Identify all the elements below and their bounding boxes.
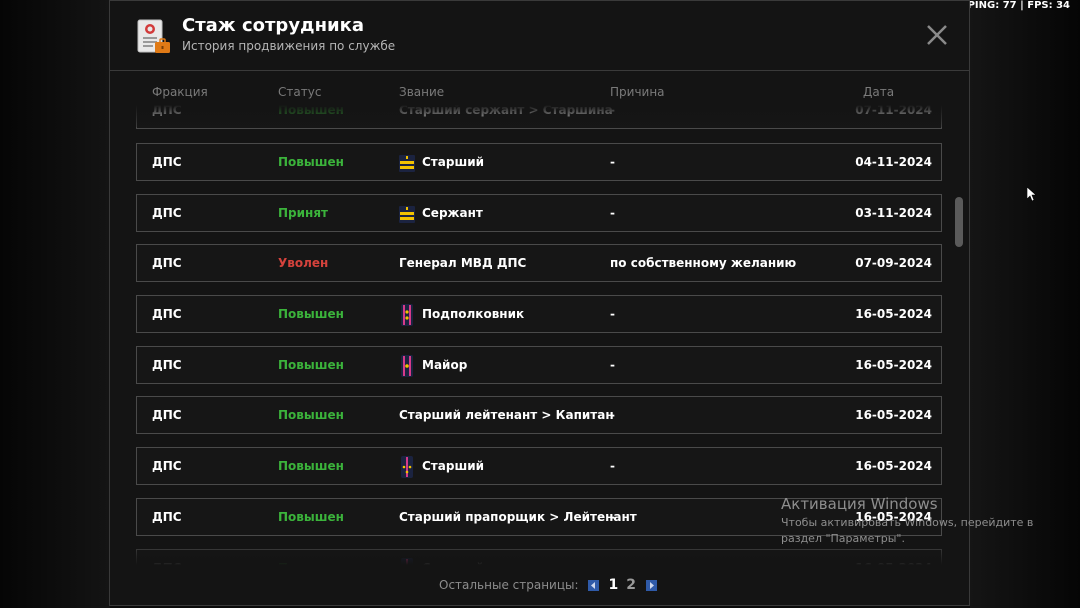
row-rank-label: Старший [422, 155, 485, 169]
table-row[interactable]: ДПС Повышен Старший - 04-11-2024 [136, 143, 942, 181]
table-row[interactable]: ДПС Принят Сержант - 03-11-2024 [136, 194, 942, 232]
row-date: 16-05-2024 [855, 358, 932, 372]
table-row[interactable]: ДПС Повышен Старший - 16-05-2024 [136, 447, 942, 485]
table-row[interactable]: ДПС Повышен Старший - 16-05-2024 [136, 549, 942, 565]
row-status: Принят [278, 206, 328, 220]
senior-lt-shoulder-icon [399, 455, 415, 478]
column-header-rank: Звание [399, 85, 445, 99]
row-rank-label: Подполковник [422, 307, 525, 321]
table-row[interactable]: ДПС Повышен Подполковник - 16-05-2024 [136, 295, 942, 333]
row-reason: - [610, 105, 615, 117]
row-rank-label: Майор [422, 358, 468, 372]
row-rank: Старший лейтенант > Капитан [399, 397, 614, 434]
pagination-label: Остальные страницы: [439, 578, 579, 592]
row-reason: - [610, 307, 615, 321]
watermark-text: Чтобы активировать Windows, перейдите в … [781, 516, 1034, 545]
table-row[interactable]: ДПС Уволен Генерал МВД ДПС по собственному … [136, 244, 942, 282]
scrollbar-thumb[interactable] [955, 197, 963, 247]
row-faction: ДПС [152, 256, 182, 270]
prev-page-icon[interactable] [587, 579, 599, 591]
row-status: Повышен [278, 307, 344, 321]
document-briefcase-icon [137, 19, 170, 53]
row-faction: ДПС [152, 307, 182, 321]
row-faction: ДПС [152, 459, 182, 473]
row-rank: Старший [399, 448, 484, 485]
row-rank: Старший [399, 550, 484, 565]
row-rank-label: Старший [422, 550, 484, 565]
table-row[interactable]: ДПС Повышен Майор - 16-05-2024 [136, 346, 942, 384]
row-rank-label: Старший сержант > Старшина [399, 105, 613, 117]
lt-colonel-shoulder-icon [399, 303, 415, 326]
column-headers: Фракция Статус Звание Причина Дата [137, 85, 937, 101]
row-faction: ДПС [152, 550, 182, 565]
row-status: Повышен [278, 550, 344, 565]
row-rank-label: Генерал МВД ДПС [399, 256, 527, 270]
table-row[interactable]: ДПС Повышен Старший лейтенант > Капитан - 16… [136, 396, 942, 434]
row-status: Уволен [278, 256, 329, 270]
senior-lt-shoulder-icon [399, 557, 415, 565]
row-date: 07-09-2024 [855, 256, 932, 270]
row-date: 16-05-2024 [855, 459, 932, 473]
row-date: 16-05-2024 [855, 408, 932, 422]
sergeant-stripes-icon [399, 203, 415, 225]
row-faction: ДПС [152, 155, 182, 169]
row-reason: - [610, 459, 615, 473]
table-row[interactable]: ДПС Повышен Старший сержант > Старшина - 07-… [136, 105, 942, 129]
row-status: Повышен [278, 358, 344, 372]
row-rank: Старший сержант > Старшина [399, 105, 613, 129]
row-reason: по собственному желанию [610, 256, 797, 270]
watermark-title: Активация Windows [781, 495, 938, 513]
row-rank: Старший прапорщик > Лейтенант [399, 499, 637, 536]
row-date: 16-05-2024 [855, 550, 932, 565]
row-reason: - [610, 550, 615, 565]
row-faction: ДПС [152, 105, 182, 117]
sergeant-stripes-icon [399, 152, 415, 174]
row-status: Повышен [278, 105, 344, 117]
row-status: Повышен [278, 459, 344, 473]
column-header-date: Дата [863, 85, 895, 99]
row-reason: - [610, 408, 615, 422]
row-rank-label: Старший [422, 459, 485, 473]
row-status: Повышен [278, 155, 344, 169]
row-status: Повышен [278, 510, 344, 524]
row-rank: Сержант [399, 195, 483, 232]
column-header-faction: Фракция [152, 85, 208, 99]
close-icon[interactable] [925, 23, 949, 47]
row-faction: ДПС [152, 358, 182, 372]
page-1-link[interactable]: 1 [609, 577, 619, 593]
row-status: Повышен [278, 408, 344, 422]
dialog-header: Стаж сотрудника История продвижения по с… [110, 1, 969, 71]
pagination: Остальные страницы: 1 2 [439, 577, 663, 593]
row-date: 03-11-2024 [855, 206, 932, 220]
row-rank: Старший [399, 144, 484, 181]
row-reason: - [610, 155, 615, 169]
row-rank: Майор [399, 347, 467, 384]
row-faction: ДПС [152, 510, 182, 524]
column-header-reason: Причина [610, 85, 665, 99]
mouse-cursor-icon [1027, 187, 1037, 201]
column-header-status: Статус [278, 85, 322, 99]
row-rank: Подполковник [399, 296, 524, 333]
row-faction: ДПС [152, 206, 182, 220]
row-reason: - [610, 358, 615, 372]
row-reason: - [610, 510, 615, 524]
background-left [0, 0, 110, 608]
row-date: 16-05-2024 [855, 307, 932, 321]
row-rank-label: Старший прапорщик > Лейтенант [399, 510, 637, 524]
row-rank-label: Сержант [422, 206, 483, 220]
row-date: 04-11-2024 [855, 155, 932, 169]
row-rank: Генерал МВД ДПС [399, 245, 526, 282]
row-date: 07-11-2024 [855, 105, 932, 117]
row-reason: - [610, 206, 615, 220]
next-page-icon[interactable] [646, 579, 658, 591]
row-rank-label: Старший лейтенант > Капитан [399, 408, 614, 422]
windows-activation-watermark: Активация Windows Чтобы активировать Win… [781, 495, 1051, 547]
page-2-link[interactable]: 2 [626, 577, 636, 593]
row-faction: ДПС [152, 408, 182, 422]
major-shoulder-icon [399, 354, 415, 377]
dialog-subtitle: История продвижения по службе [182, 39, 396, 53]
dialog-title: Стаж сотрудника [182, 15, 365, 36]
